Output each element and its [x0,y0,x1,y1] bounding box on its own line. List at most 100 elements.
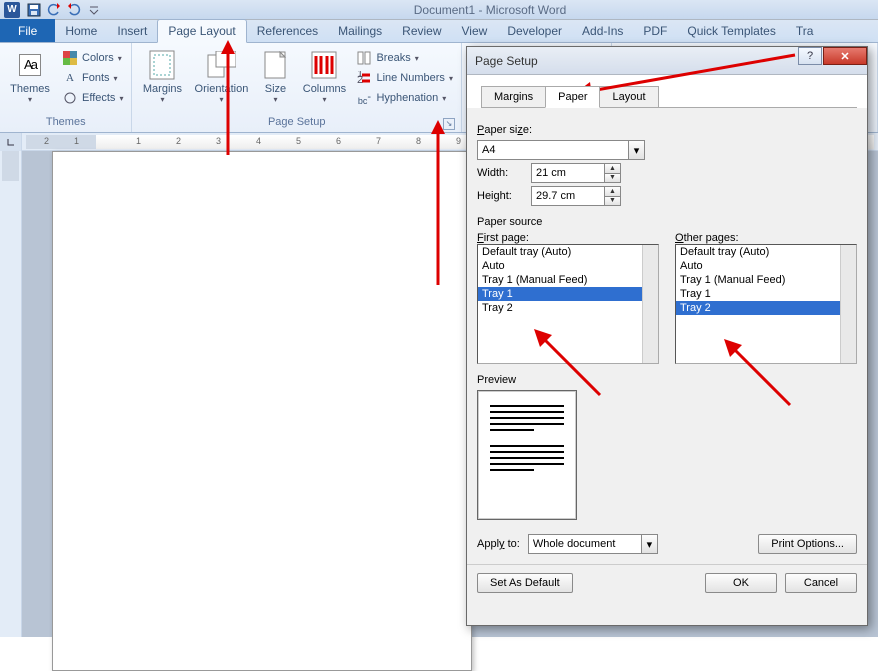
margins-button[interactable]: Margins▾ [138,49,186,104]
dialog-title: Page Setup [475,54,538,68]
orientation-button[interactable]: Orientation▾ [192,49,250,104]
list-item[interactable]: Default tray (Auto) [676,245,856,259]
other-pages-label: Other pages: [675,232,857,244]
hyphenation-icon: bc- [356,90,372,106]
apply-to-label: Apply to: [477,538,520,550]
print-options-button[interactable]: Print Options... [758,534,857,554]
preview-label: Preview [477,374,857,386]
list-item[interactable]: Auto [478,259,658,273]
tab-mailings[interactable]: Mailings [328,20,392,42]
tab-home[interactable]: Home [55,20,107,42]
group-page-setup: Margins▾ Orientation▾ Size▾ Columns▾ Bre… [132,43,462,132]
set-as-default-button[interactable]: Set As Default [477,573,573,593]
tab-trailing[interactable]: Tra [786,20,824,42]
title-bar: W Document1 - Microsoft Word [0,0,878,20]
dialog-title-bar[interactable]: Page Setup ? ✕ [467,47,867,75]
hyphenation-button[interactable]: bc-Hyphenation ▾ [354,89,455,107]
quick-access-toolbar [26,2,102,18]
fonts-button[interactable]: AFonts ▾ [60,69,125,87]
dialog-tabs: Margins Paper Layout [481,85,857,108]
size-button[interactable]: Size▾ [256,49,294,104]
spin-up-icon[interactable]: ▲ [605,164,620,174]
window-title: Document1 - Microsoft Word [102,3,878,17]
first-page-listbox[interactable]: Default tray (Auto)AutoTray 1 (Manual Fe… [477,244,659,364]
breaks-button[interactable]: Breaks ▾ [354,49,455,67]
tab-pdf[interactable]: PDF [633,20,677,42]
tab-review[interactable]: Review [392,20,451,42]
margins-icon [146,49,178,81]
size-icon [259,49,291,81]
list-item[interactable]: Tray 1 (Manual Feed) [478,273,658,287]
vertical-ruler[interactable] [0,151,22,637]
tab-view[interactable]: View [452,20,498,42]
tab-page-layout[interactable]: Page Layout [157,19,246,43]
line-numbers-button[interactable]: 12Line Numbers ▾ [354,69,455,87]
save-icon[interactable] [26,2,42,18]
tab-addins[interactable]: Add-Ins [572,20,633,42]
columns-button[interactable]: Columns▾ [300,49,348,104]
file-tab[interactable]: File [0,19,55,42]
dialog-tab-margins[interactable]: Margins [481,86,546,108]
qat-customize-icon[interactable] [86,2,102,18]
themes-button[interactable]: Aa Themes ▾ [6,49,54,104]
tab-quick-templates[interactable]: Quick Templates [677,20,785,42]
page-setup-dialog: Page Setup ? ✕ Margins Paper Layout Pape… [466,46,868,626]
first-page-label: First page: [477,232,659,244]
apply-to-combo[interactable]: ▾ [528,534,658,554]
spin-up-icon[interactable]: ▲ [605,187,620,197]
dialog-help-button[interactable]: ? [798,47,822,65]
group-themes: Aa Themes ▾ Colors ▾ AFonts ▾ Effects ▾ … [0,43,132,132]
ribbon-tabs: File Home Insert Page Layout References … [0,20,878,43]
effects-button[interactable]: Effects ▾ [60,89,125,107]
page-setup-dialog-launcher[interactable]: ↘ [443,118,455,130]
tab-insert[interactable]: Insert [107,20,157,42]
list-item[interactable]: Tray 2 [478,301,658,315]
dialog-tab-paper[interactable]: Paper [545,86,600,108]
colors-button[interactable]: Colors ▾ [60,49,125,67]
paper-size-combo[interactable]: ▾ [477,140,645,160]
columns-icon [308,49,340,81]
width-value[interactable] [532,164,604,182]
dialog-tab-layout[interactable]: Layout [599,86,658,108]
page [52,151,472,671]
chevron-down-icon[interactable]: ▾ [628,141,644,159]
list-item[interactable]: Tray 1 [478,287,658,301]
tab-selector[interactable] [0,133,22,151]
line-numbers-icon: 12 [356,70,372,86]
tab-references[interactable]: References [247,20,328,42]
orientation-icon [205,49,237,81]
tab-developer[interactable]: Developer [497,20,572,42]
scrollbar[interactable] [642,245,658,363]
paper-size-label: Paper size: [477,124,857,136]
list-item[interactable]: Tray 2 [676,301,856,315]
height-spinner[interactable]: ▲▼ [531,186,621,206]
group-label-page-setup: Page Setup ↘ [138,116,455,132]
paper-source-label: Paper source [477,216,857,228]
cancel-button[interactable]: Cancel [785,573,857,593]
colors-icon [62,50,78,66]
height-value[interactable] [532,187,604,205]
undo-icon[interactable] [46,2,62,18]
spin-down-icon[interactable]: ▼ [605,174,620,183]
preview-icon [477,390,577,520]
redo-icon[interactable] [66,2,82,18]
fonts-icon: A [62,70,78,86]
spin-down-icon[interactable]: ▼ [605,197,620,206]
width-spinner[interactable]: ▲▼ [531,163,621,183]
breaks-icon [356,50,372,66]
list-item[interactable]: Default tray (Auto) [478,245,658,259]
themes-icon: Aa [14,49,46,81]
paper-size-value[interactable] [478,141,628,159]
width-label: Width: [477,167,525,179]
list-item[interactable]: Auto [676,259,856,273]
chevron-down-icon[interactable]: ▾ [641,535,657,553]
dialog-close-button[interactable]: ✕ [823,47,867,65]
list-item[interactable]: Tray 1 (Manual Feed) [676,273,856,287]
other-pages-listbox[interactable]: Default tray (Auto)AutoTray 1 (Manual Fe… [675,244,857,364]
scrollbar[interactable] [840,245,856,363]
apply-to-value[interactable] [529,535,641,553]
group-label-themes: Themes [6,116,125,132]
word-icon: W [4,2,20,18]
ok-button[interactable]: OK [705,573,777,593]
list-item[interactable]: Tray 1 [676,287,856,301]
